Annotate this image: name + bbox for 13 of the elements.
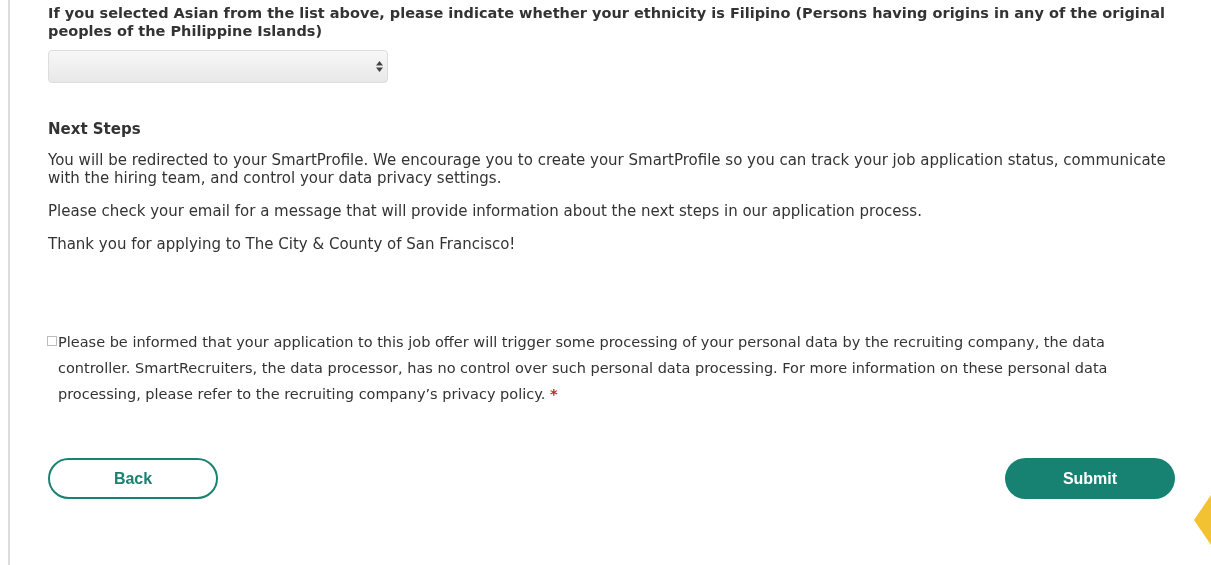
paragraph: Thank you for applying to The City & County of San Francisco!	[48, 235, 517, 253]
select-field[interactable]	[48, 50, 388, 83]
up-down-arrows-icon	[376, 61, 383, 72]
submit-button[interactable]: Submit	[1005, 458, 1175, 499]
consent-text: Please be informed that your application to this job offer will trigger some processing of your personal data by the recruiting company, the data controller. SmartRecruiters, the data processor, has no control over such personal data processing. For more information on these personal data processing, please refer to the recruiting company’s privacy policy. *	[58, 333, 1109, 404]
back-button[interactable]: Back	[48, 458, 218, 499]
paragraph: You will be redirected to your SmartProfile. We encourage you to create your SmartProfile so you can track your job application status, communicate with the hiring team, and control your data privacy settings.	[48, 151, 1167, 187]
question-label: If you selected Asian from the list above, please indicate whether your ethnicity is Filipino (Persons having origins in any of the original peoples of the Philippine Islands)	[48, 4, 1166, 40]
section-heading: Next Steps	[48, 120, 142, 138]
paragraph: Please check your email for a message that will provide information about the next steps in our application process.	[48, 202, 923, 220]
required-mark: *	[549, 386, 558, 402]
diamond-icon	[1194, 495, 1211, 545]
consent-checkbox[interactable]	[47, 336, 57, 346]
